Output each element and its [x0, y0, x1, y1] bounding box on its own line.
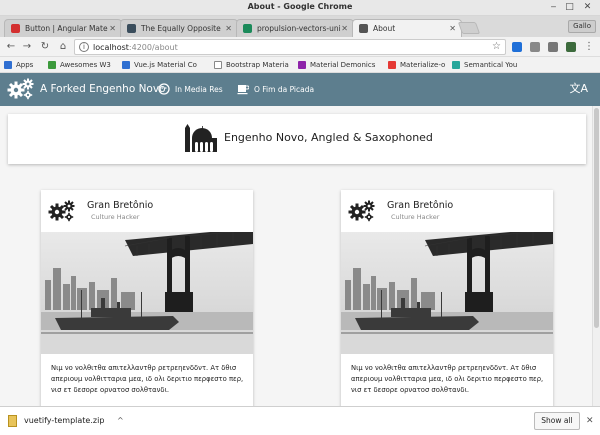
profile-card: Gran Bretônio Culture Hacker Νιμ νο νολθ…: [341, 190, 553, 406]
card-subtitle: Culture Hacker: [391, 213, 440, 221]
bookmark-label: Materialize-o: [400, 61, 446, 69]
extension-tool-icon[interactable]: [530, 42, 540, 52]
extension-v-icon[interactable]: [512, 42, 522, 52]
info-icon[interactable]: i: [79, 42, 89, 52]
scrollbar-thumb[interactable]: [594, 108, 599, 328]
tab-close-icon[interactable]: ✕: [109, 20, 116, 37]
tab-close-icon[interactable]: ✕: [341, 20, 348, 37]
apps-grid-icon: [4, 61, 12, 69]
angular-favicon-icon: [11, 24, 20, 33]
s-icon: [452, 61, 460, 69]
about-favicon-icon: [359, 24, 368, 33]
nav-label: O Fim da Picada: [254, 85, 315, 94]
close-icon[interactable]: ✕: [586, 414, 594, 428]
translate-icon[interactable]: 文A: [569, 81, 588, 97]
tab-equally-opposite[interactable]: The Equally Opposite ✕: [120, 19, 238, 37]
new-tab-button[interactable]: [457, 22, 481, 34]
tab-label: propulsion-vectors-uni: [257, 24, 341, 33]
tab-button-angular-material[interactable]: Button | Angular Mate ✕: [4, 19, 122, 37]
tab-propulsion-vectors[interactable]: propulsion-vectors-uni ✕: [236, 19, 354, 37]
bookmark-label: Apps: [16, 61, 34, 69]
address-bar: ← → ↻ ⌂ i localhost:4200/about ☆ ⋮: [0, 37, 600, 57]
tab-label: Button | Angular Mate: [25, 24, 108, 33]
extension-puzzle-icon[interactable]: [548, 42, 558, 52]
bookmark-label: Bootstrap Materia: [226, 61, 289, 69]
nav-in-media-res[interactable]: In Media Res: [158, 83, 223, 96]
back-arrow-icon[interactable]: ←: [4, 40, 18, 54]
maximize-button[interactable]: □: [564, 2, 575, 13]
vue-favicon-icon: [243, 24, 252, 33]
bookmark-bootstrap-material[interactable]: Bootstrap Materia: [214, 59, 289, 71]
page-icon: [214, 61, 222, 69]
bookmark-label: Vue.js Material Co: [134, 61, 197, 69]
bridge-photo: [341, 232, 553, 354]
bookmark-material-demonics[interactable]: Material Demonics: [298, 59, 375, 71]
app-title[interactable]: A Forked Engenho Novo: [40, 82, 166, 96]
chrome-menu-icon[interactable]: ⋮: [582, 40, 596, 54]
card-name: Gran Bretônio: [387, 200, 454, 211]
tab-close-icon[interactable]: ✕: [225, 20, 232, 37]
bookmark-label: Awesomes W3: [60, 61, 111, 69]
tab-close-icon[interactable]: ✕: [449, 20, 456, 37]
face-icon: [158, 83, 170, 95]
chevron-up-icon[interactable]: ^: [117, 414, 124, 428]
site-favicon-icon: [127, 24, 136, 33]
minimize-button[interactable]: ‒: [548, 2, 559, 13]
bookmark-star-icon[interactable]: ☆: [492, 40, 501, 54]
profile-button[interactable]: Gallo: [568, 20, 596, 33]
zip-file-icon: [8, 415, 17, 427]
header-title: Engenho Novo, Angled & Saxophoned: [224, 131, 433, 144]
mosque-icon: [185, 124, 217, 152]
bookmark-materialize[interactable]: Materialize-o: [388, 59, 445, 71]
extension-g-icon[interactable]: [566, 42, 576, 52]
nav-label: In Media Res: [175, 85, 223, 94]
profile-card: Gran Bretônio Culture Hacker Νιμ νο νολθ…: [41, 190, 253, 406]
card-subtitle: Culture Hacker: [91, 213, 140, 221]
bookmark-vuejs-material[interactable]: Vue.js Material Co: [122, 59, 197, 71]
bridge-photo: [41, 232, 253, 354]
card-name: Gran Bretônio: [87, 200, 154, 211]
download-filename: vuetify-template.zip: [24, 416, 105, 425]
gears-icon: [7, 78, 34, 100]
coffee-icon: [237, 85, 249, 95]
card-text: Νιμ νο νολθιτθα απιτελλαντθρ ρετρεηενδδν…: [51, 364, 244, 394]
url-path: :4200/about: [128, 43, 178, 52]
window-title: About - Google Chrome: [247, 2, 353, 11]
bookmark-apps[interactable]: Apps: [4, 59, 33, 71]
tab-label: The Equally Opposite: [141, 24, 221, 33]
url-text: localhost:4200/about: [93, 42, 178, 53]
bookmark-awesomes[interactable]: Awesomes W3: [48, 59, 111, 71]
show-all-button[interactable]: Show all: [534, 412, 580, 430]
download-bar: vuetify-template.zip ^ Show all ✕: [0, 406, 600, 435]
gears-icon: [48, 200, 75, 222]
card-text: Νιμ νο νολθιτθα απιτελλαντθρ ρετρεηενδδν…: [351, 364, 544, 394]
page-scrollbar[interactable]: [592, 106, 600, 406]
url-host: localhost: [93, 43, 129, 52]
tab-label: About: [373, 24, 396, 33]
download-item[interactable]: vuetify-template.zip: [8, 414, 104, 428]
tab-bar: Button | Angular Mate ✕ The Equally Oppo…: [0, 16, 600, 37]
tab-about[interactable]: About ✕: [352, 19, 462, 37]
reload-icon[interactable]: ↻: [38, 40, 52, 54]
main-content: Engenho Novo, Angled & Saxophoned Gran B…: [0, 106, 592, 406]
bookmark-label: Semantical You: [464, 61, 518, 69]
gears-icon: [348, 200, 375, 222]
nav-o-fim-da-picada[interactable]: O Fim da Picada: [237, 83, 314, 96]
home-icon[interactable]: ⌂: [56, 40, 70, 54]
bookmark-label: Material Demonics: [310, 61, 376, 69]
window-titlebar: About - Google Chrome ‒ □ ✕: [0, 0, 600, 16]
url-input[interactable]: i localhost:4200/about ☆: [74, 39, 506, 55]
header-card: Engenho Novo, Angled & Saxophoned: [8, 114, 586, 164]
m-icon: [388, 61, 396, 69]
forward-arrow-icon[interactable]: →: [20, 40, 34, 54]
close-window-button[interactable]: ✕: [582, 2, 593, 13]
bookmarks-bar: Apps Awesomes W3 Vue.js Material Co Boot…: [0, 57, 600, 73]
vue-icon: [122, 61, 130, 69]
app-toolbar: A Forked Engenho Novo In Media Res O Fim…: [0, 73, 600, 106]
w3-icon: [48, 61, 56, 69]
material-icon: [298, 61, 306, 69]
bookmark-semantical[interactable]: Semantical You: [452, 59, 517, 71]
